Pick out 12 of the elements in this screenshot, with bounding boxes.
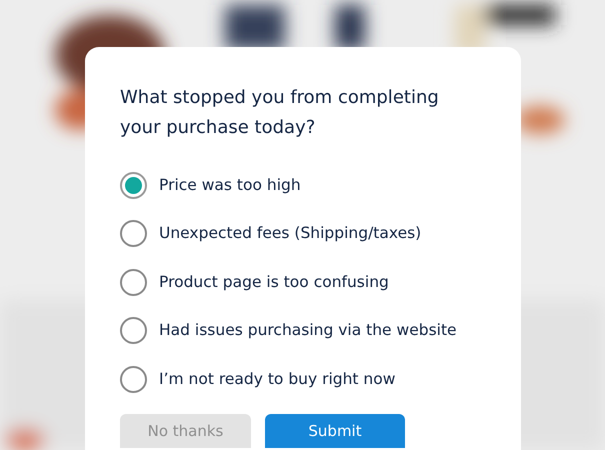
- option-label[interactable]: Had issues purchasing via the website: [159, 319, 457, 342]
- option-label[interactable]: Product page is too confusing: [159, 270, 389, 294]
- option-label[interactable]: Unexpected fees (Shipping/taxes): [159, 222, 422, 246]
- submit-button[interactable]: Submit: [265, 414, 405, 448]
- radio-button[interactable]: [120, 268, 147, 296]
- radio-button[interactable]: [120, 220, 147, 248]
- radio-button[interactable]: [120, 317, 147, 344]
- question-text: What stopped you from completing your purchase today?: [120, 86, 440, 140]
- radio-button[interactable]: [120, 172, 147, 199]
- option-label[interactable]: Price was too high: [159, 174, 301, 197]
- option-label[interactable]: I’m not ready to buy right now: [159, 368, 396, 391]
- radio-button[interactable]: [120, 366, 147, 393]
